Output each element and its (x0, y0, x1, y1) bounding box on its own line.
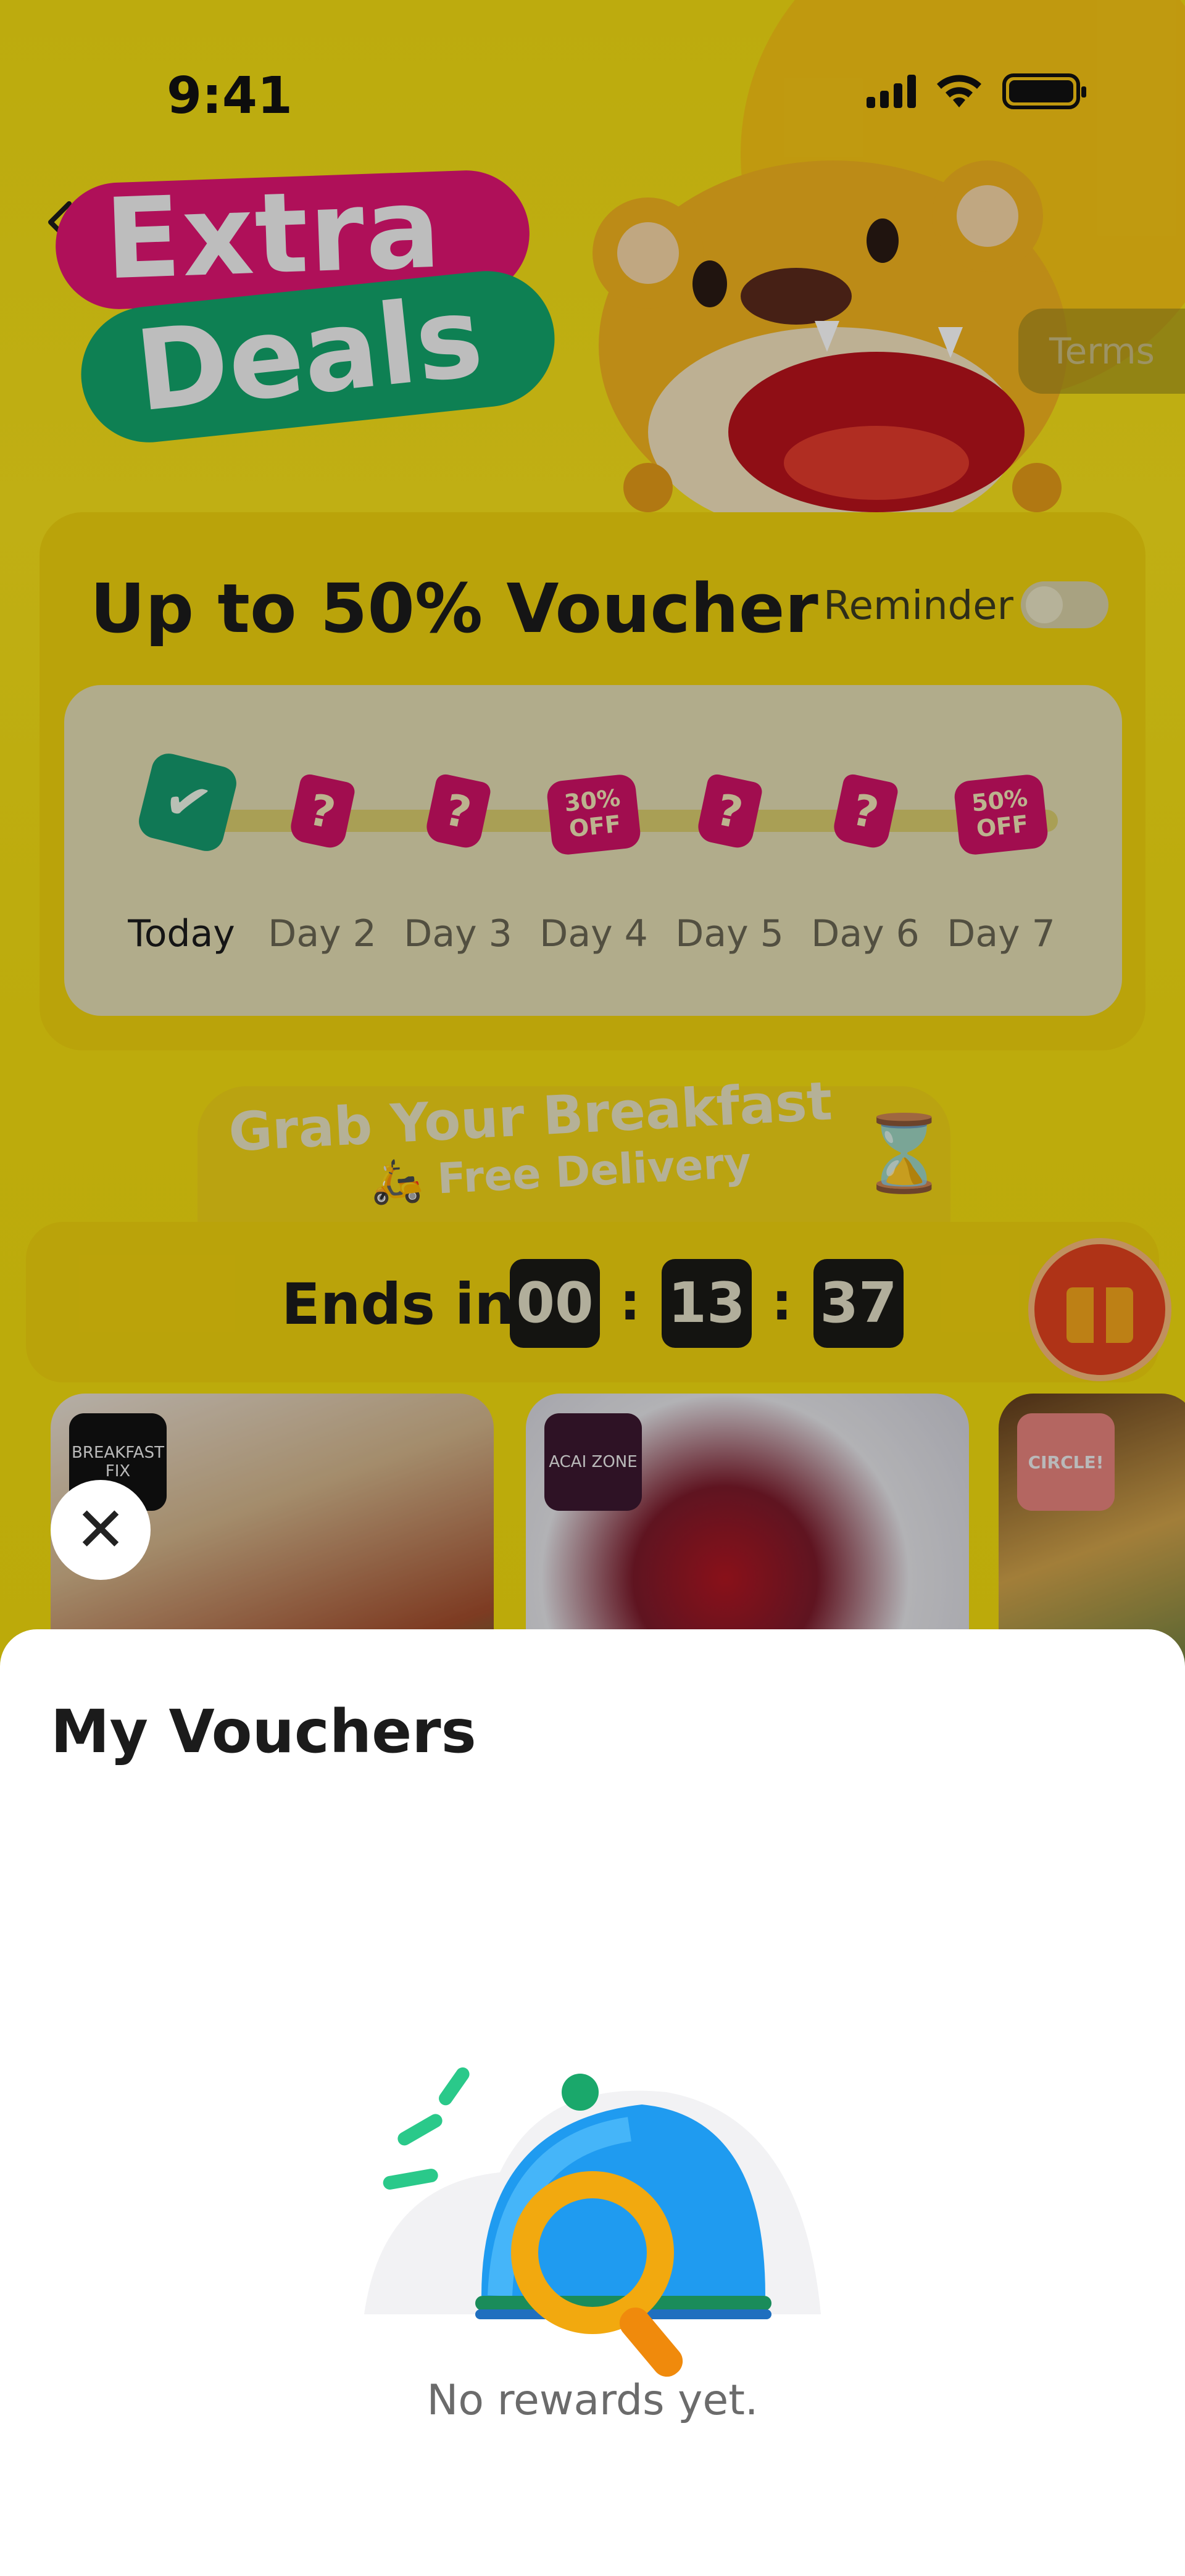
close-icon: ✕ (75, 1494, 127, 1566)
my-vouchers-sheet: My Vouchers No rewards yet. (0, 1629, 1185, 2576)
empty-state-text: No rewards yet. (426, 2376, 759, 2425)
empty-cloche-search-icon (364, 2067, 821, 2377)
close-sheet-button[interactable]: ✕ (51, 1480, 151, 1580)
sheet-title: My Vouchers (51, 1697, 476, 1766)
